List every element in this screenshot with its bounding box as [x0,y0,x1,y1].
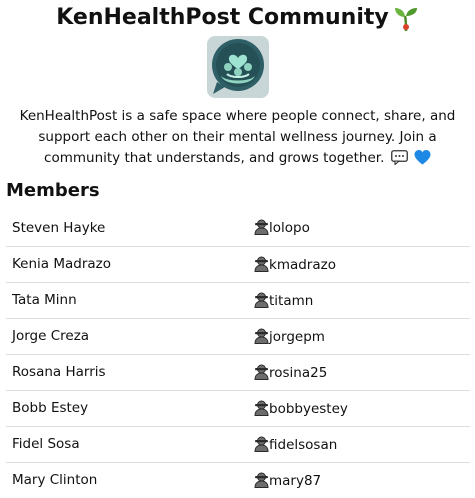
member-username-cell: kmadrazo [248,246,470,282]
member-name: Mary Clinton [12,472,98,489]
member-row: Kenia Madrazo kmadrazo [6,246,470,282]
member-username: kmadrazo [269,256,336,273]
page-title: KenHealthPost Community [56,5,389,30]
member-name: Fidel Sosa [12,436,80,452]
member-name: Tata Minn [12,292,77,308]
user-silhouette-icon [254,292,269,308]
member-name: Jorge Creza [12,328,90,344]
user-silhouette-icon [254,400,269,416]
member-row: Jorge Creza jorgepm [6,318,470,354]
member-name: Rosana Harris [12,364,106,380]
members-heading: Members [6,180,100,201]
member-username: rosina25 [269,364,328,381]
member-name: Steven Hayke [12,219,106,236]
member-row: Rosana Harris rosina25 [6,354,470,390]
page-header: KenHealthPost Community KenHealthPost is… [0,0,475,169]
member-row: Bobb Estey bobbyestey [6,390,470,426]
member-username: bobbyestey [269,400,348,417]
title-row: KenHealthPost Community [0,2,475,34]
member-username-cell: bobbyestey [248,390,470,426]
community-heart-logo-icon [206,36,269,98]
member-username-cell: fidelsosan [248,426,470,462]
user-silhouette-icon [254,364,269,380]
user-silhouette-icon [254,256,269,272]
user-silhouette-icon [254,472,269,488]
member-username: jorgepm [269,328,325,345]
user-silhouette-icon [254,219,269,236]
member-username: titamn [269,292,314,309]
members-table: Steven Hayke lolopo Kenia Madrazo kmadrazo T… [6,210,470,498]
member-username-cell: mary87 [248,462,470,498]
member-username: fidelsosan [269,436,338,453]
member-name: Bobb Estey [12,400,89,416]
member-row: Tata Minn titamn [6,282,470,318]
user-silhouette-icon [254,328,269,344]
user-silhouette-icon [254,436,269,452]
sprout-icon [394,8,417,32]
member-username-cell: titamn [248,282,470,318]
member-username-cell: jorgepm [248,318,470,354]
speech-bubble-icon [390,150,408,165]
blue-heart-icon [414,150,431,165]
member-username: lolopo [269,220,310,237]
member-username: mary87 [269,472,322,489]
member-row: Fidel Sosa fidelsosan [6,426,470,462]
member-username-cell: lolopo [248,210,470,246]
community-logo [206,36,269,98]
member-row: Steven Hayke lolopo [6,210,470,246]
member-username-cell: rosina25 [248,354,470,390]
member-row: Mary Clinton mary87 [6,462,470,498]
community-description: KenHealthPost is a safe space where peop… [18,106,458,169]
member-name: Kenia Madrazo [12,256,112,272]
